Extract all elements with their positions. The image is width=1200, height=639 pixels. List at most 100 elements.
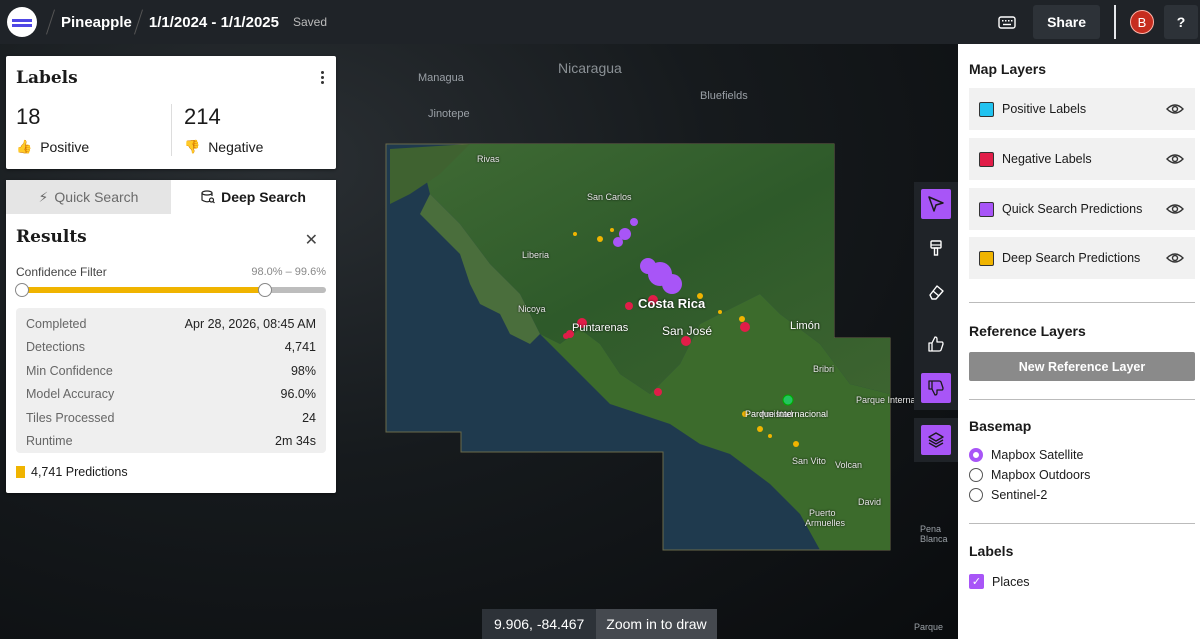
place-label: Liberia bbox=[522, 250, 550, 260]
thumbs-up-icon: 👍 bbox=[16, 139, 33, 154]
eye-icon[interactable] bbox=[1166, 202, 1184, 216]
avatar[interactable]: B bbox=[1130, 10, 1154, 34]
predictions-label: 4,741 Predictions bbox=[31, 465, 128, 479]
eraser-tool-button[interactable] bbox=[914, 270, 958, 314]
stat-value: Apr 28, 2026, 08:45 AM bbox=[184, 316, 316, 331]
basemap-option-sentinel[interactable]: Sentinel-2 bbox=[969, 488, 1047, 502]
confidence-range: 98.0% – 99.6% bbox=[251, 266, 326, 278]
zoom-hint: Zoom in to draw bbox=[596, 609, 717, 639]
place-label: Armuelles bbox=[805, 518, 846, 528]
tab-quick-search[interactable]: ⚡︎ Quick Search bbox=[6, 180, 171, 214]
radio-button[interactable] bbox=[969, 468, 983, 482]
place-label: Rivas bbox=[477, 154, 500, 164]
stat-key: Min Confidence bbox=[26, 363, 113, 378]
help-button[interactable]: ? bbox=[1164, 5, 1198, 39]
keyboard-shortcuts-button[interactable] bbox=[989, 4, 1025, 40]
layers-icon bbox=[928, 432, 944, 448]
paint-brush-icon bbox=[930, 240, 942, 256]
header-divider bbox=[1114, 5, 1116, 39]
places-toggle[interactable]: ✓ Places bbox=[969, 574, 1030, 589]
slider-fill bbox=[22, 287, 266, 293]
app-logo[interactable] bbox=[0, 0, 44, 44]
tab-deep-search[interactable]: Deep Search bbox=[171, 180, 336, 214]
layer-negative-labels[interactable]: Negative Labels bbox=[969, 138, 1195, 180]
stat-key: Model Accuracy bbox=[26, 387, 115, 402]
stat-key: Detections bbox=[26, 340, 86, 355]
layers-button[interactable] bbox=[914, 418, 958, 462]
breadcrumb-divider bbox=[133, 9, 143, 35]
select-tool-button[interactable] bbox=[914, 182, 958, 226]
stat-row: Min Confidence 98% bbox=[26, 359, 316, 383]
stat-row: Completed Apr 28, 2026, 08:45 AM bbox=[26, 312, 316, 336]
counts-divider bbox=[171, 104, 172, 156]
save-status: Saved bbox=[292, 15, 327, 29]
stat-key: Completed bbox=[26, 316, 87, 331]
eye-icon[interactable] bbox=[1166, 102, 1184, 116]
section-divider bbox=[969, 399, 1195, 400]
eye-icon[interactable] bbox=[1166, 251, 1184, 265]
coordinate-readout: 9.906, -84.467 Zoom in to draw bbox=[482, 609, 717, 639]
stat-row: Runtime 2m 34s bbox=[26, 430, 316, 454]
place-label: San Vito bbox=[792, 456, 826, 466]
radio-button[interactable] bbox=[969, 448, 983, 462]
lightning-icon: ⚡︎ bbox=[38, 188, 49, 205]
stat-value: 98% bbox=[290, 363, 316, 378]
search-tabs: ⚡︎ Quick Search Deep Search bbox=[6, 180, 336, 214]
layer-label: Deep Search Predictions bbox=[1002, 251, 1141, 265]
basemap-label: Mapbox Satellite bbox=[991, 448, 1084, 462]
layer-deep-search-predictions[interactable]: Deep Search Predictions bbox=[969, 237, 1195, 279]
basemap-label: Mapbox Outdoors bbox=[991, 468, 1091, 482]
new-reference-layer-button[interactable]: New Reference Layer bbox=[969, 352, 1195, 381]
place-label: Nicoya bbox=[518, 304, 546, 314]
top-bar: Pineapple 1/1/2024 - 1/1/2025 Saved Shar… bbox=[0, 0, 1200, 44]
negative-label-tool-button[interactable] bbox=[914, 366, 958, 410]
brush-tool-button[interactable] bbox=[914, 226, 958, 270]
tab-label: Deep Search bbox=[221, 189, 306, 205]
positive-label-tool-button[interactable] bbox=[914, 322, 958, 366]
radio-button[interactable] bbox=[969, 488, 983, 502]
confidence-slider[interactable] bbox=[15, 283, 326, 297]
labels-section-title: Labels bbox=[969, 543, 1014, 559]
basemap-label: Sentinel-2 bbox=[991, 488, 1048, 502]
places-label: Places bbox=[992, 574, 1030, 589]
map-layers-title: Map Layers bbox=[969, 61, 1047, 77]
date-range[interactable]: 1/1/2024 - 1/1/2025 bbox=[149, 14, 279, 31]
section-divider bbox=[969, 523, 1195, 524]
share-button[interactable]: Share bbox=[1033, 5, 1100, 39]
stat-value: 96.0% bbox=[280, 387, 316, 402]
layer-swatch bbox=[979, 201, 994, 217]
place-label: Parque Internacional bbox=[745, 409, 829, 419]
layer-swatch bbox=[979, 151, 994, 167]
positive-label-row[interactable]: 👍 Positive bbox=[16, 139, 89, 155]
logo-icon bbox=[7, 7, 37, 37]
eye-icon[interactable] bbox=[1166, 152, 1184, 166]
database-search-icon bbox=[201, 190, 216, 204]
predictions-summary: 4,741 Predictions bbox=[16, 465, 128, 479]
confidence-filter-label: Confidence Filter bbox=[16, 265, 107, 279]
checkbox[interactable]: ✓ bbox=[969, 574, 984, 589]
basemap-option-outdoors[interactable]: Mapbox Outdoors bbox=[969, 468, 1090, 482]
layer-label: Quick Search Predictions bbox=[1002, 202, 1143, 216]
place-label: Costa Rica bbox=[638, 296, 706, 311]
more-options-icon[interactable] bbox=[321, 71, 324, 84]
predictions-swatch bbox=[16, 466, 25, 478]
layer-label: Negative Labels bbox=[1002, 152, 1092, 166]
basemap-option-satellite[interactable]: Mapbox Satellite bbox=[969, 448, 1083, 462]
slider-max-handle[interactable] bbox=[258, 283, 273, 297]
positive-count: 18 bbox=[16, 104, 41, 129]
results-title: Results bbox=[16, 227, 87, 247]
negative-label-row[interactable]: 👎 Negative bbox=[184, 139, 263, 155]
layer-positive-labels[interactable]: Positive Labels bbox=[969, 88, 1195, 130]
place-label: Puerto bbox=[809, 508, 836, 518]
cursor-coordinates: 9.906, -84.467 bbox=[482, 609, 597, 639]
close-icon[interactable]: ✕ bbox=[305, 230, 318, 250]
project-name[interactable]: Pineapple bbox=[61, 14, 132, 31]
thumbs-up-icon bbox=[928, 336, 944, 352]
stat-row: Model Accuracy 96.0% bbox=[26, 383, 316, 407]
layer-label: Positive Labels bbox=[1002, 102, 1087, 116]
section-divider bbox=[969, 302, 1195, 303]
stat-key: Runtime bbox=[26, 434, 73, 449]
labels-title: Labels bbox=[16, 68, 78, 88]
slider-min-handle[interactable] bbox=[15, 283, 29, 297]
layer-quick-search-predictions[interactable]: Quick Search Predictions bbox=[969, 188, 1195, 230]
